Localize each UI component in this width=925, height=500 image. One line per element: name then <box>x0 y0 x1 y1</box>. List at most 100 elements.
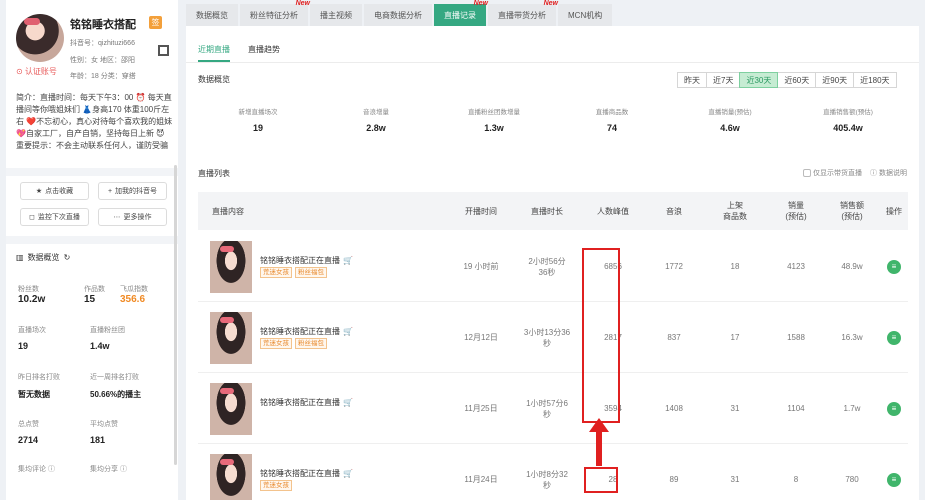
date-range-selector: 昨天 近7天 近30天 近60天 近90天 近180天 <box>677 72 897 88</box>
more-label: 更多操作 <box>123 214 152 221</box>
live-cover-image[interactable] <box>210 383 252 435</box>
cell-duration: 1小时8分32 秒 <box>526 469 568 490</box>
subtab-recent-live[interactable]: 近期直播 <box>198 44 230 62</box>
sign-badge-icon: 签 <box>149 16 162 29</box>
cell-goods: 31 <box>730 475 740 484</box>
divider <box>6 168 178 176</box>
week-rank-label: 近一周排名打败 <box>90 374 139 381</box>
intro-line: 简介：直播时间：每天下午3：00 ⏰ 每天直 <box>16 93 172 102</box>
more-actions-button[interactable]: ⋯ 更多操作 <box>98 208 167 226</box>
add-account-button[interactable]: + 加我的抖音号 <box>98 182 167 200</box>
avg-like-label: 平均点赞 <box>90 421 118 428</box>
detail-list-icon[interactable]: ≡ <box>887 259 901 274</box>
tab-videos[interactable]: 播主视频 <box>310 4 362 26</box>
cell-start: 12月12日 <box>464 333 498 342</box>
cell-revenue: 48.9w <box>841 262 863 271</box>
live-fans-label: 直播粉丝团 <box>90 327 125 334</box>
col-sales: 销量 (预估) <box>785 201 807 221</box>
data-explain-label: 数据说明 <box>879 170 907 177</box>
range-7d[interactable]: 近7天 <box>706 72 741 88</box>
nickname: 铭铭睡衣搭配 <box>70 19 136 31</box>
cell-sales: 1588 <box>787 333 805 342</box>
new-badge: New <box>473 0 488 7</box>
live-title[interactable]: 铭铭睡衣搭配正在直播 🛒 <box>260 468 353 479</box>
live-title[interactable]: 铭铭睡衣搭配正在直播 🛒 <box>260 255 353 266</box>
live-cover-image[interactable] <box>210 312 252 364</box>
plus-icon: + <box>107 187 113 195</box>
more-icon: ⋯ <box>113 214 121 221</box>
range-90d[interactable]: 近90天 <box>815 72 855 88</box>
range-60d[interactable]: 近60天 <box>777 72 817 88</box>
index-label: 飞瓜指数 <box>120 286 148 293</box>
table-row[interactable]: 铭铭睡衣搭配正在直播 🛒 荒迷女孩 11月24日 1小时8分32 秒 28 89 … <box>198 444 908 500</box>
live-title-text: 铭铭睡衣搭配正在直播 <box>260 469 340 478</box>
live-list-title: 直播列表 <box>198 169 230 178</box>
tab-live-sales[interactable]: 直播带货分析 New <box>488 0 558 26</box>
tag: 荒迷女孩 <box>260 480 292 491</box>
collect-button[interactable]: ★ 点击收藏 <box>20 182 89 200</box>
fans-value: 10.2w <box>18 294 46 305</box>
profile-intro: 简介：直播时间：每天下午3：00 ⏰ 每天直 播间等你哦姐妹们 👗身高170 体… <box>16 92 176 152</box>
overview-label: 新增直播场次 <box>238 109 278 116</box>
range-180d[interactable]: 近180天 <box>853 72 897 88</box>
cell-yinlang: 89 <box>669 475 679 484</box>
tab-label: 电商数据分析 <box>374 10 422 20</box>
range-yesterday[interactable]: 昨天 <box>677 72 707 88</box>
bar-chart-icon: ▥ <box>16 253 24 262</box>
avg-share-text: 集均分享 <box>90 466 118 473</box>
live-title[interactable]: 铭铭睡衣搭配正在直播 🛒 <box>260 397 353 408</box>
total-like-label: 总点赞 <box>18 421 39 428</box>
tab-fans-analysis[interactable]: 粉丝特征分析 New <box>240 0 310 26</box>
only-goods-label: 仅显示带货直播 <box>813 170 863 177</box>
tab-live-records[interactable]: 直播记录 New <box>434 0 488 26</box>
main-panel: 近期直播 直播趋势 数据概览 昨天 近7天 近30天 近60天 近90天 近18… <box>186 26 919 500</box>
collect-label: 点击收藏 <box>45 188 74 195</box>
tab-ecommerce[interactable]: 电商数据分析 <box>364 4 432 26</box>
cell-start: 19 小时前 <box>463 262 499 271</box>
data-explain-link[interactable]: ⓘ 数据说明 <box>870 168 907 178</box>
detail-list-icon[interactable]: ≡ <box>887 330 901 345</box>
overview-value: 2.8w <box>366 123 386 133</box>
subtab-live-trend[interactable]: 直播趋势 <box>248 44 280 62</box>
detail-list-icon[interactable]: ≡ <box>887 401 901 416</box>
table-row[interactable]: 铭铭睡衣搭配正在直播 🛒 11月25日 1小时57分6 秒 3594 1408 3… <box>198 373 908 444</box>
live-title[interactable]: 铭铭睡衣搭配正在直播 🛒 <box>260 326 353 337</box>
profile-scrollbar[interactable] <box>174 165 177 465</box>
refresh-icon[interactable]: ↻ <box>64 253 71 262</box>
monitor-icon: ◻ <box>29 214 35 221</box>
star-icon: ★ <box>35 188 43 195</box>
avg-comment-text: 集均评论 <box>18 466 46 473</box>
cell-action: ≡ <box>880 231 908 302</box>
tag: 荒迷女孩 <box>260 338 292 349</box>
table-row[interactable]: 铭铭睡衣搭配正在直播 🛒 荒迷女孩 粉丝福包 12月12日 3小时13分36 秒 2… <box>198 302 908 373</box>
live-cover-image[interactable] <box>210 241 252 293</box>
rank-value: 暂无数据 <box>18 390 50 399</box>
live-cover-image[interactable] <box>210 454 252 500</box>
avatar <box>16 14 64 62</box>
annotation-arrow <box>596 430 602 466</box>
cart-icon: 🛒 <box>343 469 353 478</box>
total-like-value: 2714 <box>18 435 39 445</box>
monitor-live-button[interactable]: ◻ 监控下次直播 <box>20 208 89 226</box>
tab-overview[interactable]: 数据概览 <box>186 4 238 26</box>
overview-value: 405.4w <box>833 123 863 133</box>
range-30d[interactable]: 近30天 <box>739 72 779 88</box>
cart-icon: 🛒 <box>343 256 353 265</box>
cell-yinlang: 837 <box>667 333 681 342</box>
cart-icon: 🛒 <box>343 398 353 407</box>
overview-title: 数据概览 <box>198 75 230 84</box>
avg-share-label: 集均分享 ⓘ <box>90 466 127 473</box>
only-goods-toggle[interactable]: 仅显示带货直播 <box>803 168 862 178</box>
age-industry: 年龄：18 分类：穿搭 <box>70 73 136 80</box>
col-goods: 上架 商品数 <box>723 201 747 221</box>
table-row[interactable]: 铭铭睡衣搭配正在直播 🛒 荒迷女孩 粉丝福包 19 小时前 2小时56分 36秒 6… <box>198 231 908 302</box>
detail-list-icon[interactable]: ≡ <box>887 472 901 487</box>
tab-mcn[interactable]: MCN机构 <box>558 4 613 26</box>
overview-item: 直播商品数 74 <box>552 106 672 133</box>
gender-region: 性别：女 地区：邵阳 <box>70 57 135 64</box>
overview-item: 音浪增量 2.8w <box>316 106 436 133</box>
qrcode-icon[interactable] <box>158 45 169 56</box>
week-rank-value: 50.66%的播主 <box>90 390 142 399</box>
cell-sales: 4123 <box>787 262 805 271</box>
app-root: ⊙ 认证账号 铭铭睡衣搭配 签 抖音号：qizhituzi666 性别：女 地区… <box>0 0 925 500</box>
